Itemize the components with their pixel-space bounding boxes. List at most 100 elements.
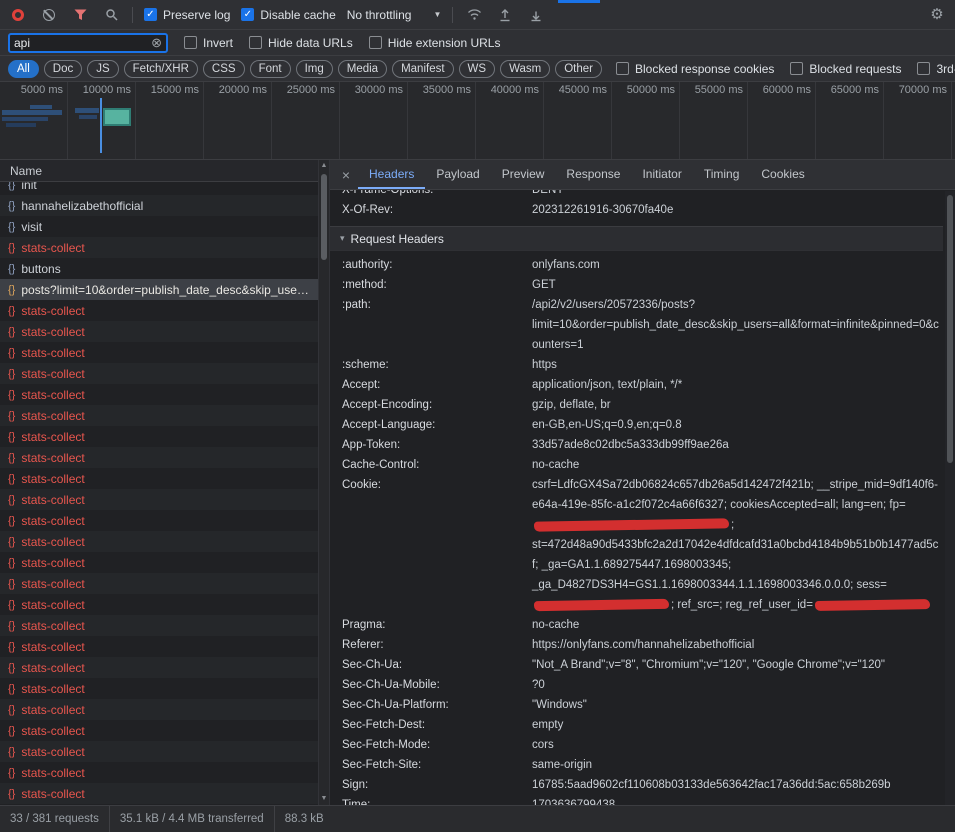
request-row[interactable]: {}stats-collect <box>0 510 318 531</box>
tab-headers[interactable]: Headers <box>358 160 425 189</box>
scrollbar-thumb[interactable] <box>321 174 327 260</box>
request-row[interactable]: {}hannahelizabethofficial <box>0 195 318 216</box>
header-name: :path: <box>342 295 532 355</box>
filter-chip-font[interactable]: Font <box>250 60 291 78</box>
chevron-down-icon: ▼ <box>433 10 441 19</box>
request-row[interactable]: {}stats-collect <box>0 699 318 720</box>
tab-cookies[interactable]: Cookies <box>750 160 815 189</box>
request-name: stats-collect <box>21 472 310 486</box>
request-row[interactable]: {}stats-collect <box>0 573 318 594</box>
request-row[interactable]: {}buttons <box>0 258 318 279</box>
request-row[interactable]: {}stats-collect <box>0 489 318 510</box>
tab-initiator[interactable]: Initiator <box>631 160 692 189</box>
filter-input[interactable] <box>12 36 151 50</box>
blocked-response-cookies-checkbox[interactable]: Blocked response cookies <box>616 62 774 76</box>
header-row: Sign:16785:5aad9602cf110608b03133de56364… <box>330 775 943 795</box>
network-conditions-icon[interactable] <box>464 5 484 25</box>
throttling-select[interactable]: No throttling ▼ <box>347 8 442 22</box>
export-har-button[interactable] <box>526 5 546 25</box>
filter-chip-other[interactable]: Other <box>555 60 602 78</box>
request-row[interactable]: {}stats-collect <box>0 594 318 615</box>
request-row[interactable]: {}init <box>0 182 318 195</box>
header-row: :authority:onlyfans.com <box>330 255 943 275</box>
request-row[interactable]: {}stats-collect <box>0 321 318 342</box>
braces-icon: {} <box>8 410 15 422</box>
hide-extension-urls-checkbox[interactable]: Hide extension URLs <box>369 36 501 50</box>
preserve-log-checkbox[interactable]: ✓ Preserve log <box>144 8 230 22</box>
settings-gear-icon[interactable]: ⚙ <box>927 5 947 25</box>
braces-icon: {} <box>8 599 15 611</box>
request-headers-section[interactable]: ▾ Request Headers <box>330 227 943 251</box>
filter-chip-doc[interactable]: Doc <box>44 60 82 78</box>
request-row[interactable]: {}stats-collect <box>0 531 318 552</box>
overview-bar <box>30 105 52 109</box>
name-column-header[interactable]: Name <box>0 160 318 182</box>
arrow-down-icon <box>529 8 543 22</box>
request-row[interactable]: {}stats-collect <box>0 342 318 363</box>
toolbar-separator <box>452 7 453 23</box>
request-row[interactable]: {}visit <box>0 216 318 237</box>
scroll-up-icon[interactable]: ▲ <box>319 160 329 172</box>
request-name: stats-collect <box>21 766 310 780</box>
timeline-overview[interactable]: 5000 ms10000 ms15000 ms20000 ms25000 ms3… <box>0 82 955 160</box>
request-name: stats-collect <box>21 787 310 801</box>
request-row[interactable]: {}stats-collect <box>0 615 318 636</box>
header-name: Time: <box>342 795 532 805</box>
request-row[interactable]: {}stats-collect <box>0 237 318 258</box>
header-value: gzip, deflate, br <box>532 395 943 415</box>
request-row[interactable]: {}stats-collect <box>0 468 318 489</box>
filter-chip-js[interactable]: JS <box>87 60 118 78</box>
header-value: cors <box>532 735 943 755</box>
details-scrollbar-thumb[interactable] <box>947 195 953 463</box>
filter-chip-fetch-xhr[interactable]: Fetch/XHR <box>124 60 198 78</box>
tab-timing[interactable]: Timing <box>693 160 751 189</box>
request-name: posts?limit=10&order=publish_date_desc&s… <box>21 283 310 297</box>
header-name: X-Frame-Options: <box>342 190 532 200</box>
magnifier-icon <box>105 8 118 21</box>
blocked-requests-checkbox[interactable]: Blocked requests <box>790 62 901 76</box>
filter-icon[interactable] <box>70 5 90 25</box>
clear-filter-icon[interactable]: ⊗ <box>151 36 162 49</box>
request-row[interactable]: {}stats-collect <box>0 447 318 468</box>
request-row[interactable]: {}stats-collect <box>0 384 318 405</box>
filter-chip-media[interactable]: Media <box>338 60 387 78</box>
close-icon[interactable]: × <box>334 167 358 183</box>
invert-checkbox[interactable]: Invert <box>184 36 233 50</box>
scroll-down-icon[interactable]: ▼ <box>319 793 329 805</box>
filter-chip-manifest[interactable]: Manifest <box>392 60 453 78</box>
filter-chip-css[interactable]: CSS <box>203 60 245 78</box>
request-list-scrollbar[interactable]: ▲ ▼ <box>318 160 330 805</box>
import-har-button[interactable] <box>495 5 515 25</box>
header-value: same-origin <box>532 755 943 775</box>
details-tabs: HeadersPayloadPreviewResponseInitiatorTi… <box>358 160 816 189</box>
hide-data-urls-checkbox[interactable]: Hide data URLs <box>249 36 353 50</box>
request-row[interactable]: {}stats-collect <box>0 678 318 699</box>
tab-response[interactable]: Response <box>555 160 631 189</box>
filter-chip-all[interactable]: All <box>8 60 39 78</box>
clear-button[interactable] <box>39 5 59 25</box>
request-row[interactable]: {}stats-collect <box>0 426 318 447</box>
request-row[interactable]: {}posts?limit=10&order=publish_date_desc… <box>0 279 318 300</box>
3rd-party-requests-checkbox[interactable]: 3rd-party requests <box>917 62 955 76</box>
record-button[interactable] <box>8 5 28 25</box>
details-scrollbar[interactable] <box>945 191 955 805</box>
header-value: ?0 <box>532 675 943 695</box>
search-icon[interactable] <box>101 5 121 25</box>
request-row[interactable]: {}stats-collect <box>0 783 318 804</box>
filter-chip-wasm[interactable]: Wasm <box>500 60 550 78</box>
request-row[interactable]: {}stats-collect <box>0 657 318 678</box>
request-name: stats-collect <box>21 577 310 591</box>
request-row[interactable]: {}stats-collect <box>0 300 318 321</box>
request-row[interactable]: {}stats-collect <box>0 762 318 783</box>
filter-chip-ws[interactable]: WS <box>459 60 496 78</box>
filter-chip-img[interactable]: Img <box>296 60 333 78</box>
request-row[interactable]: {}stats-collect <box>0 741 318 762</box>
request-row[interactable]: {}stats-collect <box>0 552 318 573</box>
request-row[interactable]: {}stats-collect <box>0 636 318 657</box>
request-row[interactable]: {}stats-collect <box>0 363 318 384</box>
request-row[interactable]: {}stats-collect <box>0 720 318 741</box>
tab-preview[interactable]: Preview <box>491 160 556 189</box>
tab-payload[interactable]: Payload <box>425 160 490 189</box>
disable-cache-checkbox[interactable]: ✓ Disable cache <box>241 8 335 22</box>
request-row[interactable]: {}stats-collect <box>0 405 318 426</box>
